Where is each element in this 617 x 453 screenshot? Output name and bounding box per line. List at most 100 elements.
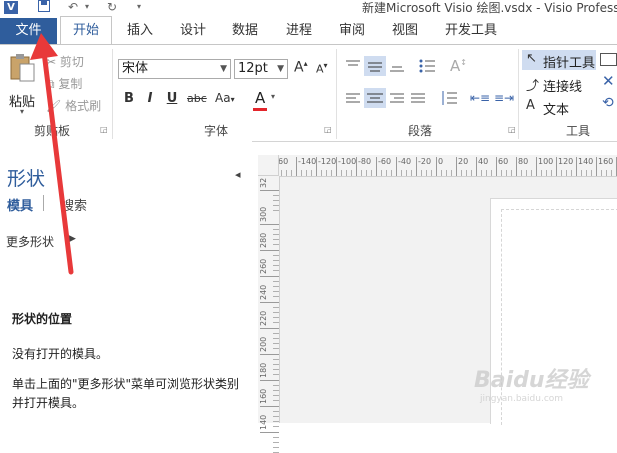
ruler-minor-tick: [501, 170, 502, 176]
decrease-indent-icon[interactable]: ⇤≡: [470, 91, 490, 105]
ruler-corner: [258, 155, 279, 176]
line-spacing-icon[interactable]: [440, 90, 458, 109]
ruler-minor-tick: [273, 205, 279, 206]
ruler-tick-label: 220: [259, 310, 268, 326]
ruler-minor-tick: [273, 239, 279, 240]
ruler-tick: [336, 157, 337, 176]
tab-home[interactable]: 开始: [60, 16, 112, 45]
ruler-minor-tick: [391, 170, 392, 176]
tab-developer[interactable]: 开发工具: [445, 18, 497, 44]
tab-process[interactable]: 进程: [286, 18, 312, 44]
ruler-minor-tick: [273, 447, 279, 448]
cut-label: 剪切: [59, 55, 84, 69]
bullets-icon[interactable]: [418, 58, 436, 77]
align-top-icon[interactable]: [345, 59, 361, 76]
font-name-value: 宋体: [122, 61, 149, 76]
ruler-minor-tick: [451, 170, 452, 176]
align-middle-icon[interactable]: [364, 56, 386, 76]
watermark: Baidu经验 jingyan.baidu.com: [474, 362, 589, 404]
copy-button[interactable]: ⧉ 复制: [46, 75, 82, 92]
ruler-tick: [260, 406, 279, 407]
ruler-tick: [596, 157, 597, 176]
connection-point-icon[interactable]: ⟲: [602, 95, 614, 111]
grow-font-icon[interactable]: A▴: [294, 59, 308, 76]
horizontal-ruler[interactable]: 60 -140 -120 -100 -80 -60 -40 -20 0 20 40 60 80 100 12…: [258, 155, 617, 177]
font-name-select[interactable]: 宋体 ▼: [118, 59, 231, 79]
ruler-tick-label: -40: [398, 157, 412, 166]
text-tool-button[interactable]: A 文本: [522, 97, 596, 118]
tab-search[interactable]: 搜索: [61, 195, 87, 214]
ruler-tick: [260, 354, 279, 355]
increase-indent-icon[interactable]: ≡⇥: [494, 91, 514, 105]
ruler-tick-label: 140: [578, 157, 594, 166]
rectangle-icon[interactable]: [600, 53, 617, 66]
divider: [43, 195, 44, 211]
font-color-button[interactable]: A ▾: [253, 89, 279, 113]
text-direction-icon[interactable]: A↕: [450, 57, 467, 75]
undo-icon[interactable]: ↶: [66, 0, 80, 14]
ruler-tick-label: 180: [259, 362, 268, 378]
tab-view[interactable]: 视图: [392, 18, 418, 44]
shapes-panel: 形状 ◂ 模具 搜索 更多形状 ▶ 形状的位置 没有打开的模具。 单击上面的"更…: [0, 141, 252, 423]
ruler-tick: [260, 380, 279, 381]
justify-icon[interactable]: [410, 92, 426, 109]
ruler-minor-tick: [406, 170, 407, 176]
strikethrough-button[interactable]: abc: [187, 92, 207, 105]
ruler-minor-tick: [541, 170, 542, 176]
tab-stencils[interactable]: 模具: [7, 195, 33, 214]
align-right-icon[interactable]: [389, 92, 405, 109]
ruler-minor-tick: [461, 170, 462, 176]
format-painter-button[interactable]: 🖌 格式刷: [46, 97, 101, 114]
more-shapes-menu[interactable]: 更多形状 ▶: [6, 233, 86, 251]
shrink-font-icon[interactable]: A▾: [316, 61, 328, 76]
ruler-tick-label: 20: [458, 157, 469, 166]
text-icon: A: [526, 98, 535, 113]
ruler-tick-label: 60: [278, 157, 289, 166]
connector-button[interactable]: ⤴ 连接线: [522, 74, 596, 95]
tab-design[interactable]: 设计: [180, 18, 206, 44]
scissors-icon: ✂: [46, 55, 57, 69]
tab-file[interactable]: 文件: [0, 18, 57, 44]
paste-button[interactable]: 粘贴 ▾: [6, 53, 40, 116]
watermark-brand: Baidu经验: [474, 368, 589, 393]
ruler-minor-tick: [481, 170, 482, 176]
italic-button[interactable]: I: [141, 91, 159, 106]
ruler-minor-tick: [273, 200, 279, 201]
ruler-tick-label: 200: [259, 336, 268, 352]
ruler-tick-label: -80: [358, 157, 372, 166]
align-center-icon[interactable]: [364, 88, 386, 108]
font-size-select[interactable]: 12pt ▼: [234, 59, 288, 79]
ruler-minor-tick: [273, 286, 279, 287]
close-shape-icon[interactable]: ✕: [602, 72, 615, 90]
collapse-panel-icon[interactable]: ◂: [235, 168, 241, 181]
ruler-minor-tick: [273, 348, 279, 349]
ruler-tick: [260, 328, 279, 329]
tab-insert[interactable]: 插入: [127, 18, 153, 44]
clipboard-launcher-icon[interactable]: ◲: [100, 125, 108, 134]
paste-dropdown-icon: ▾: [20, 107, 25, 116]
tab-data[interactable]: 数据: [232, 18, 258, 44]
underline-button[interactable]: U: [163, 91, 181, 106]
ruler-tick: [376, 157, 377, 176]
ruler-minor-tick: [546, 170, 547, 176]
align-bottom-icon[interactable]: [389, 59, 405, 76]
ruler-minor-tick: [273, 395, 279, 396]
ruler-minor-tick: [273, 229, 279, 230]
tab-review[interactable]: 审阅: [339, 18, 365, 44]
ruler-minor-tick: [273, 234, 279, 235]
redo-icon[interactable]: ↻: [105, 0, 119, 14]
ruler-minor-tick: [361, 170, 362, 176]
pointer-tool-button[interactable]: ↖ 指针工具: [522, 50, 596, 71]
vertical-ruler[interactable]: 32 300 280 260 240 220 200 180 160 140: [258, 176, 280, 453]
bold-button[interactable]: B: [120, 91, 138, 106]
paragraph-launcher-icon[interactable]: ◲: [508, 125, 516, 134]
cut-button[interactable]: ✂ 剪切: [46, 53, 84, 70]
save-icon[interactable]: [37, 0, 51, 14]
customize-quick-access-icon[interactable]: ▾: [132, 0, 146, 14]
change-case-button[interactable]: Aa▾: [215, 91, 235, 105]
undo-dropdown-icon[interactable]: ▾: [80, 0, 94, 14]
font-launcher-icon[interactable]: ◲: [324, 125, 332, 134]
change-case-label: Aa: [215, 91, 231, 105]
ruler-tick: [296, 157, 297, 176]
align-left-icon[interactable]: [345, 92, 361, 109]
